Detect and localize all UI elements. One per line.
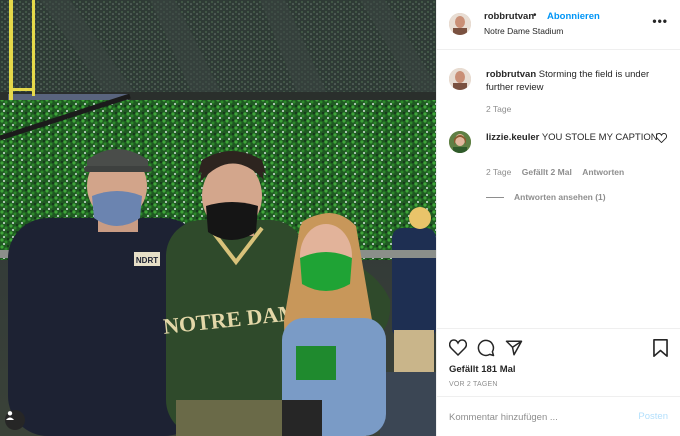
comment-input[interactable] bbox=[449, 409, 609, 425]
bookmark-icon[interactable] bbox=[653, 339, 668, 357]
heart-icon[interactable] bbox=[449, 339, 467, 356]
comment-meta: 2 Tage bbox=[486, 104, 519, 114]
reply-button[interactable]: Antworten bbox=[582, 167, 624, 177]
follow-button[interactable]: Abonnieren bbox=[547, 11, 600, 22]
comment-body: lizzie.keuler YOU STOLE MY CAPTION bbox=[486, 131, 658, 144]
comment-username[interactable]: robbrutvan bbox=[486, 69, 536, 80]
author-username[interactable]: robbrutvan bbox=[484, 11, 534, 22]
tagged-users-button[interactable] bbox=[5, 410, 25, 430]
profile-photo-icon bbox=[449, 13, 471, 35]
comment-text: YOU STOLE MY CAPTION bbox=[541, 132, 658, 143]
likes-count[interactable]: Gefällt 181 Mal bbox=[449, 364, 516, 375]
comment-username[interactable]: lizzie.keuler bbox=[486, 132, 539, 143]
comment-likes-link[interactable]: Gefällt 2 Mal bbox=[522, 167, 572, 177]
comment-item: lizzie.keuler YOU STOLE MY CAPTION 2 Tag… bbox=[449, 131, 671, 207]
add-comment-bar: Posten bbox=[437, 396, 680, 436]
view-replies-button[interactable]: Antworten ansehen (1) bbox=[486, 192, 606, 202]
separator-dot: • bbox=[533, 10, 537, 21]
instagram-post: NDRT NOTRE DAME robbrutvan • Abonnieren … bbox=[0, 0, 680, 436]
post-location[interactable]: Notre Dame Stadium bbox=[484, 26, 563, 36]
divider bbox=[486, 197, 504, 199]
stadium-selfie-image: NDRT NOTRE DAME bbox=[0, 0, 436, 436]
avatar[interactable] bbox=[449, 68, 471, 90]
comment-body: robbrutvan Storming the field is under f… bbox=[486, 68, 658, 94]
comment-icon[interactable] bbox=[477, 339, 495, 357]
avatar[interactable] bbox=[449, 13, 471, 35]
caption-comment: robbrutvan Storming the field is under f… bbox=[449, 68, 671, 118]
profile-photo-icon bbox=[449, 68, 471, 90]
more-options-icon[interactable]: ••• bbox=[652, 14, 668, 28]
avatar[interactable] bbox=[449, 131, 471, 153]
post-photo[interactable]: NDRT NOTRE DAME bbox=[0, 0, 436, 436]
view-replies-label: Antworten ansehen (1) bbox=[514, 192, 606, 202]
user-icon bbox=[6, 411, 14, 420]
post-actions: Gefällt 181 Mal VOR 2 TAGEN bbox=[437, 328, 680, 396]
comment-time: 2 Tage bbox=[486, 104, 512, 114]
share-icon[interactable] bbox=[505, 339, 523, 357]
profile-photo-icon bbox=[449, 131, 471, 153]
like-comment-heart-icon[interactable] bbox=[656, 133, 667, 143]
post-comment-button[interactable]: Posten bbox=[638, 411, 668, 422]
post-header: robbrutvan • Abonnieren Notre Dame Stadi… bbox=[437, 0, 680, 50]
post-time[interactable]: VOR 2 TAGEN bbox=[449, 381, 498, 388]
post-sidebar: robbrutvan • Abonnieren Notre Dame Stadi… bbox=[436, 0, 680, 436]
comment-time: 2 Tage bbox=[486, 167, 512, 177]
comment-meta: 2 Tage Gefällt 2 Mal Antworten bbox=[486, 167, 632, 177]
jacket-logo: NDRT bbox=[136, 256, 158, 265]
